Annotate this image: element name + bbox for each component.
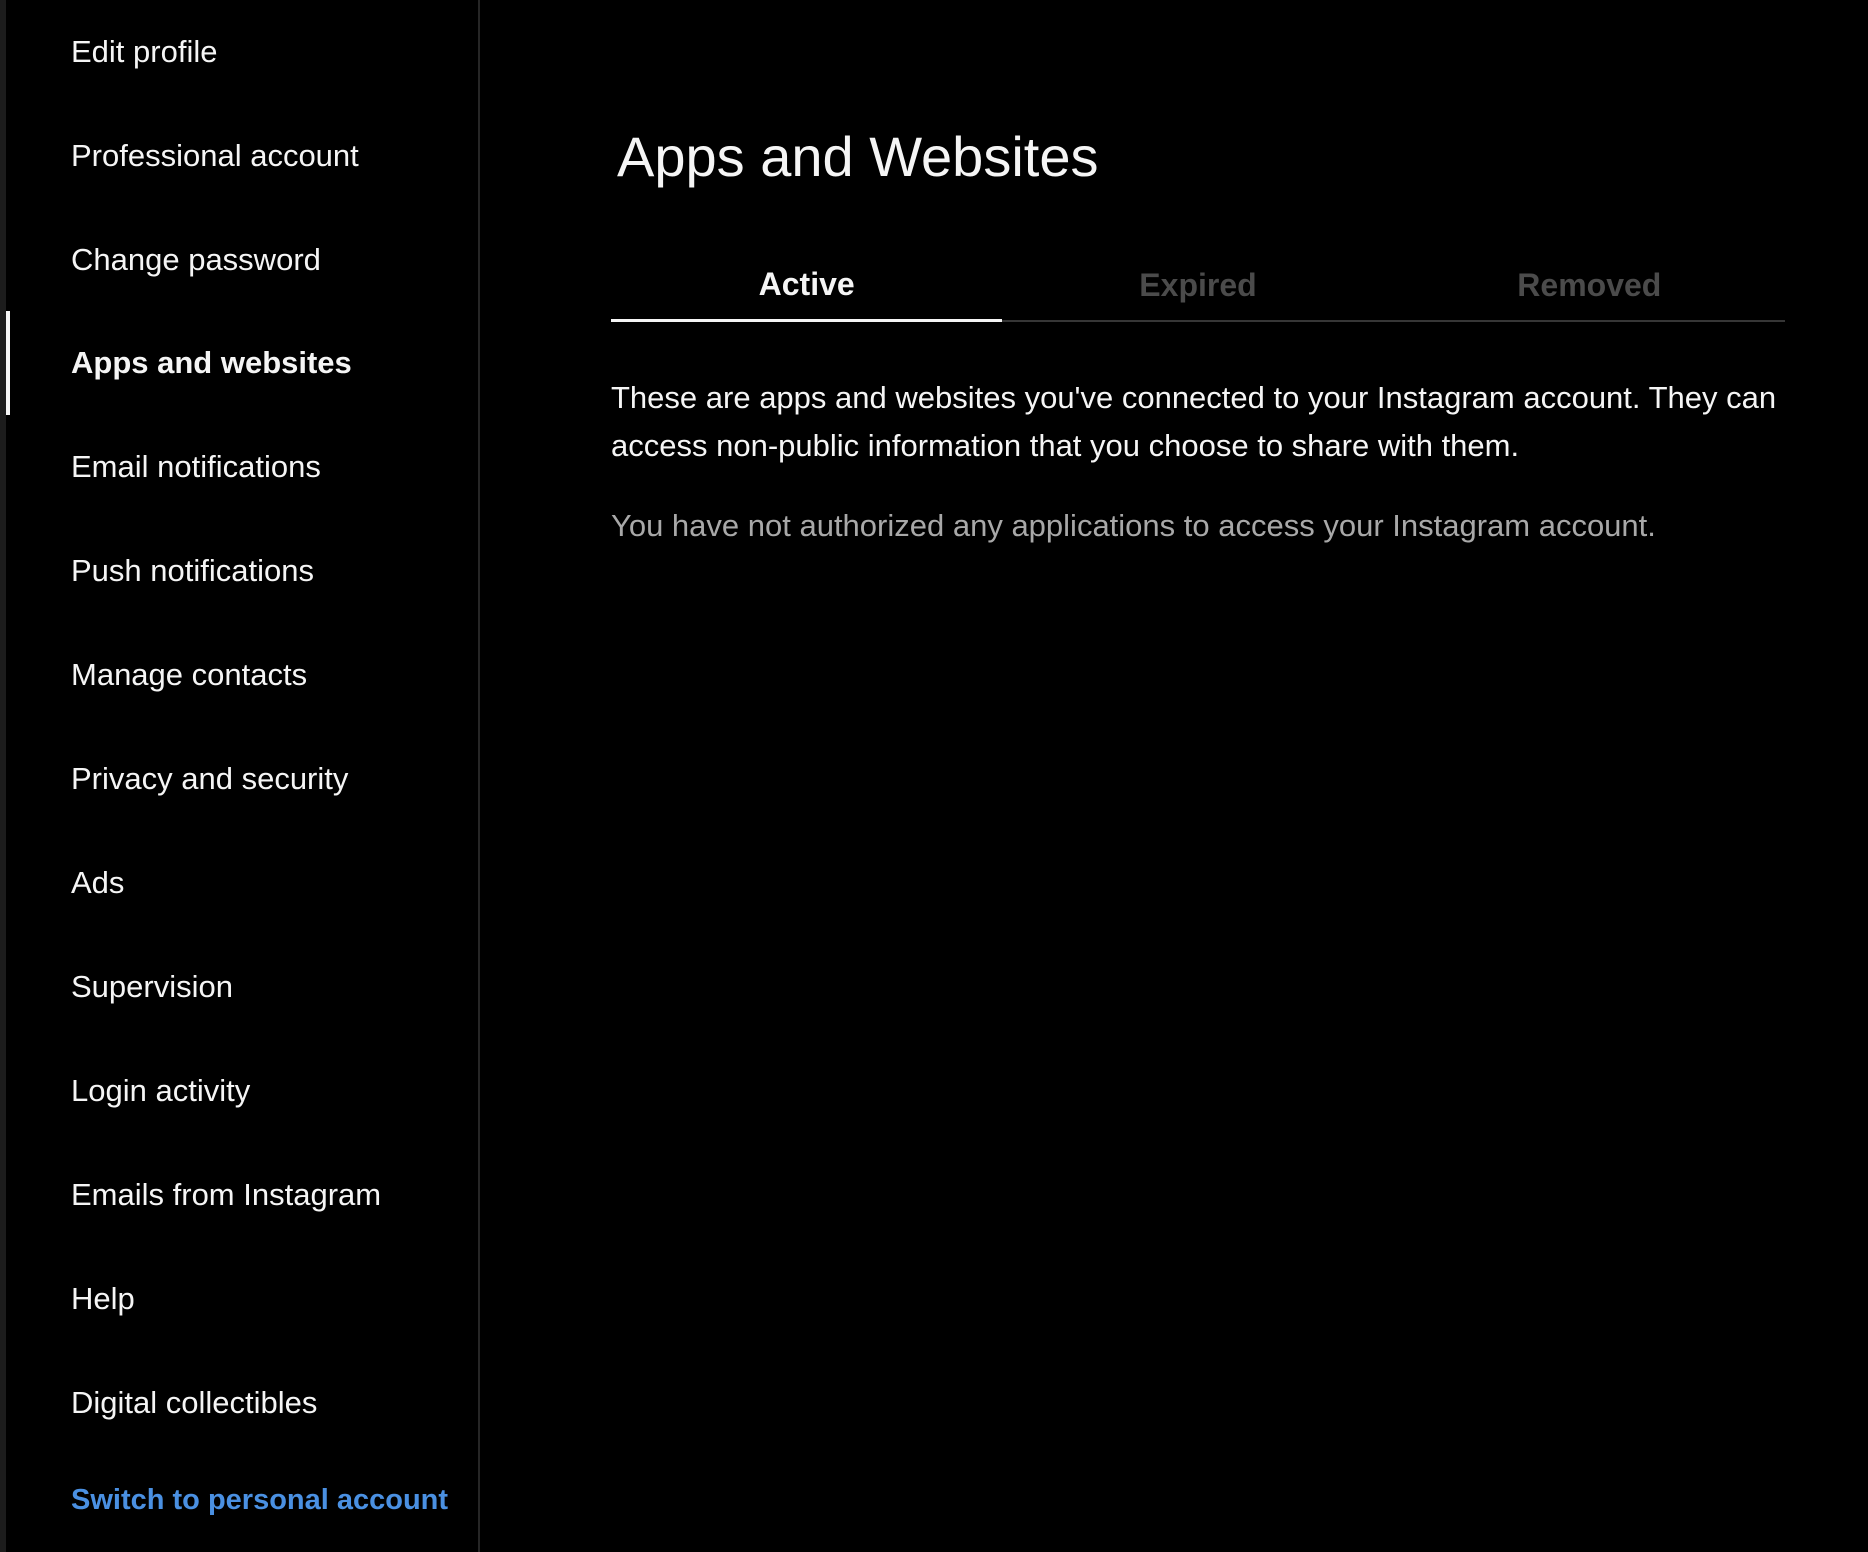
tab-removed[interactable]: Removed [1394,250,1785,320]
sidebar-item-supervision[interactable]: Supervision [6,935,478,1039]
switch-to-personal-account-link[interactable]: Switch to personal account [6,1448,478,1552]
page-title: Apps and Websites [617,125,1099,188]
settings-sidebar: Edit profile Professional account Change… [6,0,480,1552]
sidebar-item-push-notifications[interactable]: Push notifications [6,519,478,623]
sidebar-item-help[interactable]: Help [6,1247,478,1351]
sidebar-item-login-activity[interactable]: Login activity [6,1039,478,1143]
sidebar-item-manage-contacts[interactable]: Manage contacts [6,623,478,727]
settings-content: Apps and Websites Active Expired Removed… [480,0,1868,1552]
sidebar-item-email-notifications[interactable]: Email notifications [6,415,478,519]
sidebar-item-professional-account[interactable]: Professional account [6,104,478,208]
tab-expired[interactable]: Expired [1002,250,1393,320]
sidebar-item-apps-and-websites[interactable]: Apps and websites [6,311,478,415]
sidebar-item-edit-profile[interactable]: Edit profile [6,0,478,104]
sidebar-item-change-password[interactable]: Change password [6,208,478,312]
sidebar-item-ads[interactable]: Ads [6,831,478,935]
empty-state-message: You have not authorized any applications… [611,508,1656,543]
sidebar-item-emails-from-instagram[interactable]: Emails from Instagram [6,1143,478,1247]
sidebar-item-privacy-and-security[interactable]: Privacy and security [6,727,478,831]
apps-description: These are apps and websites you've conne… [611,380,1777,463]
tab-active[interactable]: Active [611,250,1003,322]
tab-bar: Active Expired Removed [611,250,1785,322]
sidebar-item-digital-collectibles[interactable]: Digital collectibles [6,1351,478,1455]
